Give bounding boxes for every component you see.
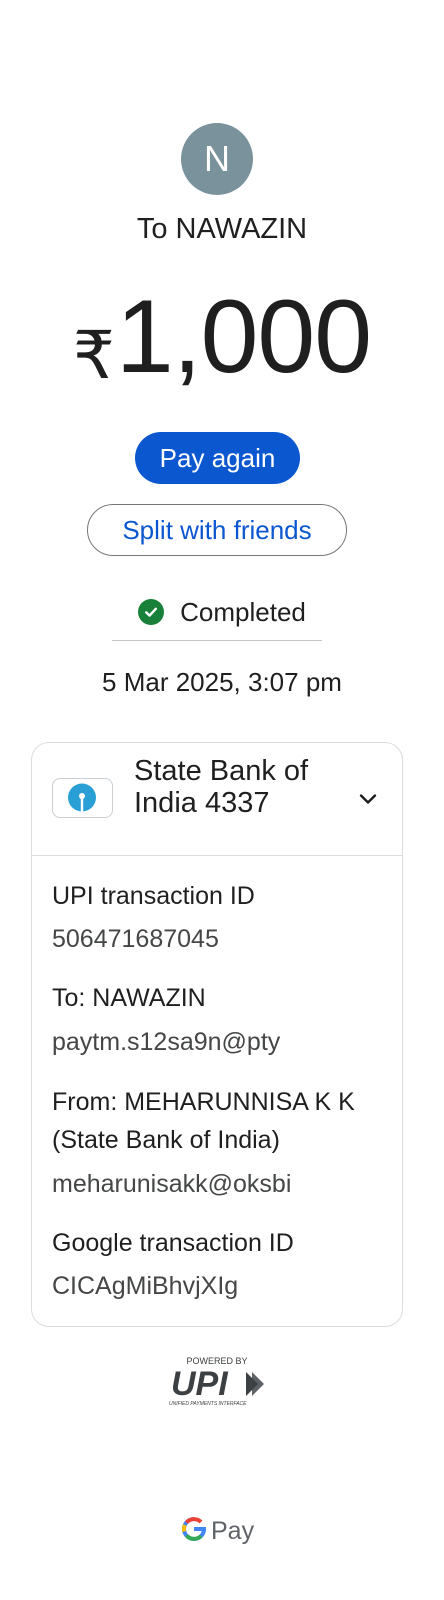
gpay-text: Pay (211, 1516, 255, 1545)
upi-logo: POWERED BY UPI UNIFIED PAYMENTS INTERFAC… (166, 1354, 268, 1408)
bank-name-line-1: State Bank of (134, 755, 309, 787)
bank-name: State Bank of India 4337 (134, 755, 354, 819)
pay-again-button[interactable]: Pay again (135, 432, 300, 484)
google-transaction-id-label: Google transaction ID (52, 1229, 294, 1257)
to-label: To: NAWAZIN (52, 984, 206, 1012)
chevron-down-icon[interactable] (356, 787, 380, 816)
amount: ₹1,000 (0, 278, 444, 396)
transaction-details-card: State Bank of India 4337 UPI transaction… (31, 742, 403, 1327)
upi-tagline: UNIFIED PAYMENTS INTERFACE (169, 1401, 247, 1407)
payee-name: To NAWAZIN (136, 213, 308, 245)
status-text: Completed (180, 596, 306, 627)
bank-name-line-2: India 4337 (134, 787, 270, 819)
split-with-friends-button[interactable]: Split with friends (87, 504, 347, 556)
amount-value: 1,000 (115, 279, 372, 395)
status-row: Completed (0, 592, 444, 632)
avatar-initial: N (204, 138, 230, 179)
transaction-date: 5 Mar 2025, 3:07 pm (102, 667, 342, 697)
bank-account-row[interactable]: State Bank of India 4337 (32, 743, 402, 856)
upi-transaction-id-label: UPI transaction ID (52, 882, 255, 910)
from-label-line-1: From: MEHARUNNISA K K (52, 1088, 355, 1116)
google-g-icon (181, 1516, 207, 1547)
from-label-line-2: (State Bank of India) (52, 1126, 280, 1154)
check-circle-icon (138, 599, 165, 625)
google-transaction-id-value: CICAgMiBhvjXIg (52, 1272, 239, 1300)
to-vpa: paytm.s12sa9n@pty (52, 1028, 281, 1056)
upi-logo-text: UPI (171, 1365, 229, 1403)
sbi-logo-icon (52, 778, 113, 818)
payee-avatar: N (181, 123, 253, 195)
google-pay-logo: Pay (181, 1514, 254, 1548)
upi-transaction-id-value: 506471687045 (52, 925, 219, 953)
currency-symbol: ₹ (72, 318, 115, 392)
divider (112, 640, 322, 641)
from-vpa: meharunisakk@oksbi (52, 1170, 292, 1198)
